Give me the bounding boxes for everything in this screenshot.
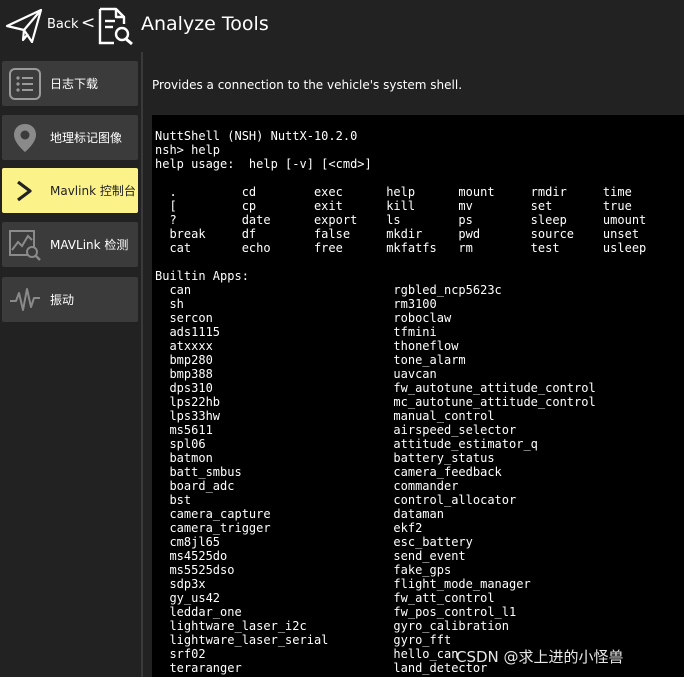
description-text: Provides a connection to the vehicle's s…	[152, 78, 463, 92]
sidebar: 日志下载 地理标记图像 Mavlink 控制台 MAVLink 检测 振动	[0, 52, 142, 677]
sidebar-item-mavlink-console[interactable]: Mavlink 控制台	[2, 168, 138, 213]
document-search-icon	[97, 6, 135, 46]
sidebar-item-vibration[interactable]: 振动	[2, 277, 138, 322]
back-button[interactable]: Back	[47, 17, 79, 32]
chevron-left-icon: <	[81, 13, 96, 33]
main-panel: Provides a connection to the vehicle's s…	[143, 52, 684, 677]
map-pin-icon	[8, 121, 42, 155]
chart-search-icon	[8, 228, 42, 262]
sidebar-item-label: Mavlink 控制台	[50, 184, 136, 198]
chevron-right-icon	[8, 174, 42, 208]
console-text: NuttShell (NSH) NuttX-10.2.0 nsh> help h…	[155, 129, 647, 675]
sidebar-item-label: 振动	[50, 293, 75, 307]
sidebar-item-mavlink-inspector[interactable]: MAVLink 检测	[2, 222, 138, 267]
top-toolbar: Back < Analyze Tools	[0, 0, 684, 52]
page-title: Analyze Tools	[141, 13, 269, 35]
sidebar-item-geotag-images[interactable]: 地理标记图像	[2, 115, 138, 160]
waveform-icon	[8, 283, 42, 317]
sidebar-item-log-download[interactable]: 日志下载	[2, 61, 138, 106]
sidebar-item-label: 日志下载	[50, 77, 99, 91]
console-output[interactable]: NuttShell (NSH) NuttX-10.2.0 nsh> help h…	[152, 115, 684, 677]
watermark: CSDN @求上进的小怪兽	[456, 648, 624, 666]
list-icon	[8, 67, 42, 101]
sidebar-item-label: 地理标记图像	[50, 131, 123, 145]
paper-plane-icon[interactable]	[4, 6, 44, 46]
sidebar-item-label: MAVLink 检测	[50, 238, 129, 252]
